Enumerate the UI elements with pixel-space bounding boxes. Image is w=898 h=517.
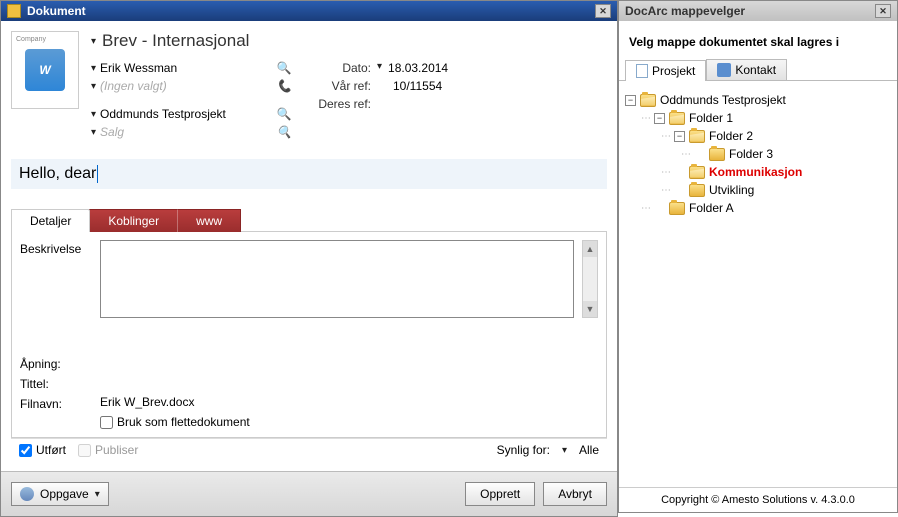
search-icon-3[interactable]: 🔍	[277, 125, 291, 139]
person-dropdown-icon[interactable]: ▾	[91, 63, 96, 74]
expander-icon[interactable]: −	[654, 113, 665, 124]
tab-contact[interactable]: Kontakt	[706, 59, 787, 80]
project-name[interactable]: Oddmunds Testprosjekt	[100, 107, 226, 121]
merge-checkbox[interactable]	[100, 416, 113, 429]
contact-dropdown-icon[interactable]: ▾	[91, 81, 96, 92]
date-dropdown-icon[interactable]: ▾	[377, 61, 382, 75]
tab-links[interactable]: Koblinger	[89, 209, 178, 232]
window-title: Dokument	[27, 4, 86, 18]
visiblefor-value[interactable]: Alle	[579, 443, 599, 457]
tree-folder2[interactable]: Folder 2	[709, 129, 753, 143]
document-content: Company W ▾ Brev - Internasjonal ▾ Erik …	[1, 21, 617, 471]
scrollbar[interactable]: ▲ ▼	[582, 240, 598, 318]
tree-line: ⋯	[641, 113, 650, 124]
folder-icon	[669, 112, 685, 125]
title-label: Tittel:	[20, 375, 92, 391]
folder-icon	[669, 202, 685, 215]
ourref-value[interactable]: 10/11554	[393, 79, 442, 93]
phone-icon[interactable]: 📞	[277, 79, 291, 93]
opening-label: Åpning:	[20, 355, 92, 371]
doc-thumbnail-company: Company	[16, 36, 46, 43]
doctype-label[interactable]: Brev - Internasjonal	[102, 31, 249, 51]
tree-line: ⋯	[641, 203, 650, 214]
date-label: Dato:	[311, 61, 371, 75]
word-icon: W	[25, 49, 65, 91]
search-icon-2[interactable]: 🔍	[277, 107, 291, 121]
doc-meta: ▾ Brev - Internasjonal ▾ Erik Wessman 🔍	[91, 31, 607, 141]
contact-tab-icon	[717, 63, 731, 77]
theirref-label: Deres ref:	[311, 97, 371, 111]
tree-root[interactable]: Oddmunds Testprosjekt	[660, 93, 786, 107]
folder-picker-window: DocArc mappevelger ✕ Velg mappe dokument…	[618, 0, 898, 513]
task-button[interactable]: Oppgave ▾	[11, 482, 109, 506]
chevron-down-icon: ▾	[95, 489, 100, 500]
app-icon	[7, 4, 21, 18]
titlebar: Dokument ✕	[1, 1, 617, 21]
tree-line: ⋯	[661, 167, 670, 178]
publish-checkbox-label[interactable]: Publiser	[78, 443, 138, 457]
doctype-dropdown-icon[interactable]: ▾	[91, 36, 96, 47]
folder-icon	[689, 184, 705, 197]
expander-icon[interactable]: −	[625, 95, 636, 106]
button-bar: Oppgave ▾ Opprett Avbryt	[1, 471, 617, 516]
detail-tabs: Detaljer Koblinger www	[11, 209, 607, 232]
publish-checkbox	[78, 444, 91, 457]
filename-value: Erik W_Brev.docx	[100, 395, 194, 409]
visiblefor-dropdown-icon[interactable]: ▾	[562, 445, 567, 456]
sales-dropdown-icon[interactable]: ▾	[91, 127, 96, 138]
folder-tree: − Oddmunds Testprosjekt ⋯ − Folder 1 ⋯ −…	[619, 81, 897, 487]
scroll-down-icon[interactable]: ▼	[583, 301, 597, 317]
text-cursor	[97, 165, 98, 183]
close-icon[interactable]: ✕	[595, 4, 611, 18]
tree-line: ⋯	[661, 131, 670, 142]
details-panel: Beskrivelse ▲ ▼ Åpning: Tittel: Filnavn:…	[11, 231, 607, 438]
description-textarea[interactable]	[100, 240, 574, 318]
doc-header: Company W ▾ Brev - Internasjonal ▾ Erik …	[11, 31, 607, 141]
sales-placeholder[interactable]: Salg	[100, 125, 124, 139]
filename-label: Filnavn:	[20, 395, 92, 411]
search-icon[interactable]: 🔍	[277, 61, 291, 75]
create-button[interactable]: Opprett	[465, 482, 535, 506]
copyright: Copyright © Amesto Solutions v. 4.3.0.0	[619, 487, 897, 512]
description-label: Beskrivelse	[20, 240, 92, 256]
cancel-button[interactable]: Avbryt	[543, 482, 607, 506]
tab-project[interactable]: Prosjekt	[625, 60, 706, 81]
folder-window-title: DocArc mappevelger	[625, 4, 745, 18]
subject-input[interactable]: Hello, dear	[11, 159, 607, 189]
project-dropdown-icon[interactable]: ▾	[91, 109, 96, 120]
folder-icon	[709, 148, 725, 161]
folder-tabs: Prosjekt Kontakt	[619, 59, 897, 81]
folder-icon	[640, 94, 656, 107]
folder-titlebar: DocArc mappevelger ✕	[619, 1, 897, 21]
folder-icon	[689, 130, 705, 143]
person-name[interactable]: Erik Wessman	[100, 61, 177, 75]
tree-kommunikasjon[interactable]: Kommunikasjon	[709, 165, 802, 179]
project-tab-icon	[636, 64, 648, 78]
expander-icon[interactable]: −	[674, 131, 685, 142]
doc-thumbnail[interactable]: Company W	[11, 31, 79, 109]
contact-placeholder[interactable]: (Ingen valgt)	[100, 79, 167, 93]
scroll-up-icon[interactable]: ▲	[583, 241, 597, 257]
ourref-label: Vår ref:	[311, 79, 371, 93]
tree-line: ⋯	[681, 149, 690, 160]
document-window: Dokument ✕ Company W ▾ Brev - Internasjo…	[0, 0, 618, 517]
done-checkbox[interactable]	[19, 444, 32, 457]
close-icon-2[interactable]: ✕	[875, 4, 891, 18]
footer-row: Utført Publiser Synlig for: ▾ Alle	[11, 438, 607, 461]
tab-www[interactable]: www	[177, 209, 241, 232]
merge-checkbox-label[interactable]: Bruk som flettedokument	[100, 415, 250, 429]
folder-heading: Velg mappe dokumentet skal lagres i	[619, 21, 897, 59]
tab-details[interactable]: Detaljer	[11, 209, 90, 232]
tree-folderA[interactable]: Folder A	[689, 201, 734, 215]
visiblefor-label: Synlig for:	[497, 443, 550, 457]
tree-utvikling[interactable]: Utvikling	[709, 183, 754, 197]
folder-icon	[689, 166, 705, 179]
tree-folder1[interactable]: Folder 1	[689, 111, 733, 125]
tree-folder3[interactable]: Folder 3	[729, 147, 773, 161]
done-checkbox-label[interactable]: Utført	[19, 443, 66, 457]
tree-line: ⋯	[661, 185, 670, 196]
date-value[interactable]: 18.03.2014	[388, 61, 448, 75]
task-icon	[20, 487, 34, 501]
